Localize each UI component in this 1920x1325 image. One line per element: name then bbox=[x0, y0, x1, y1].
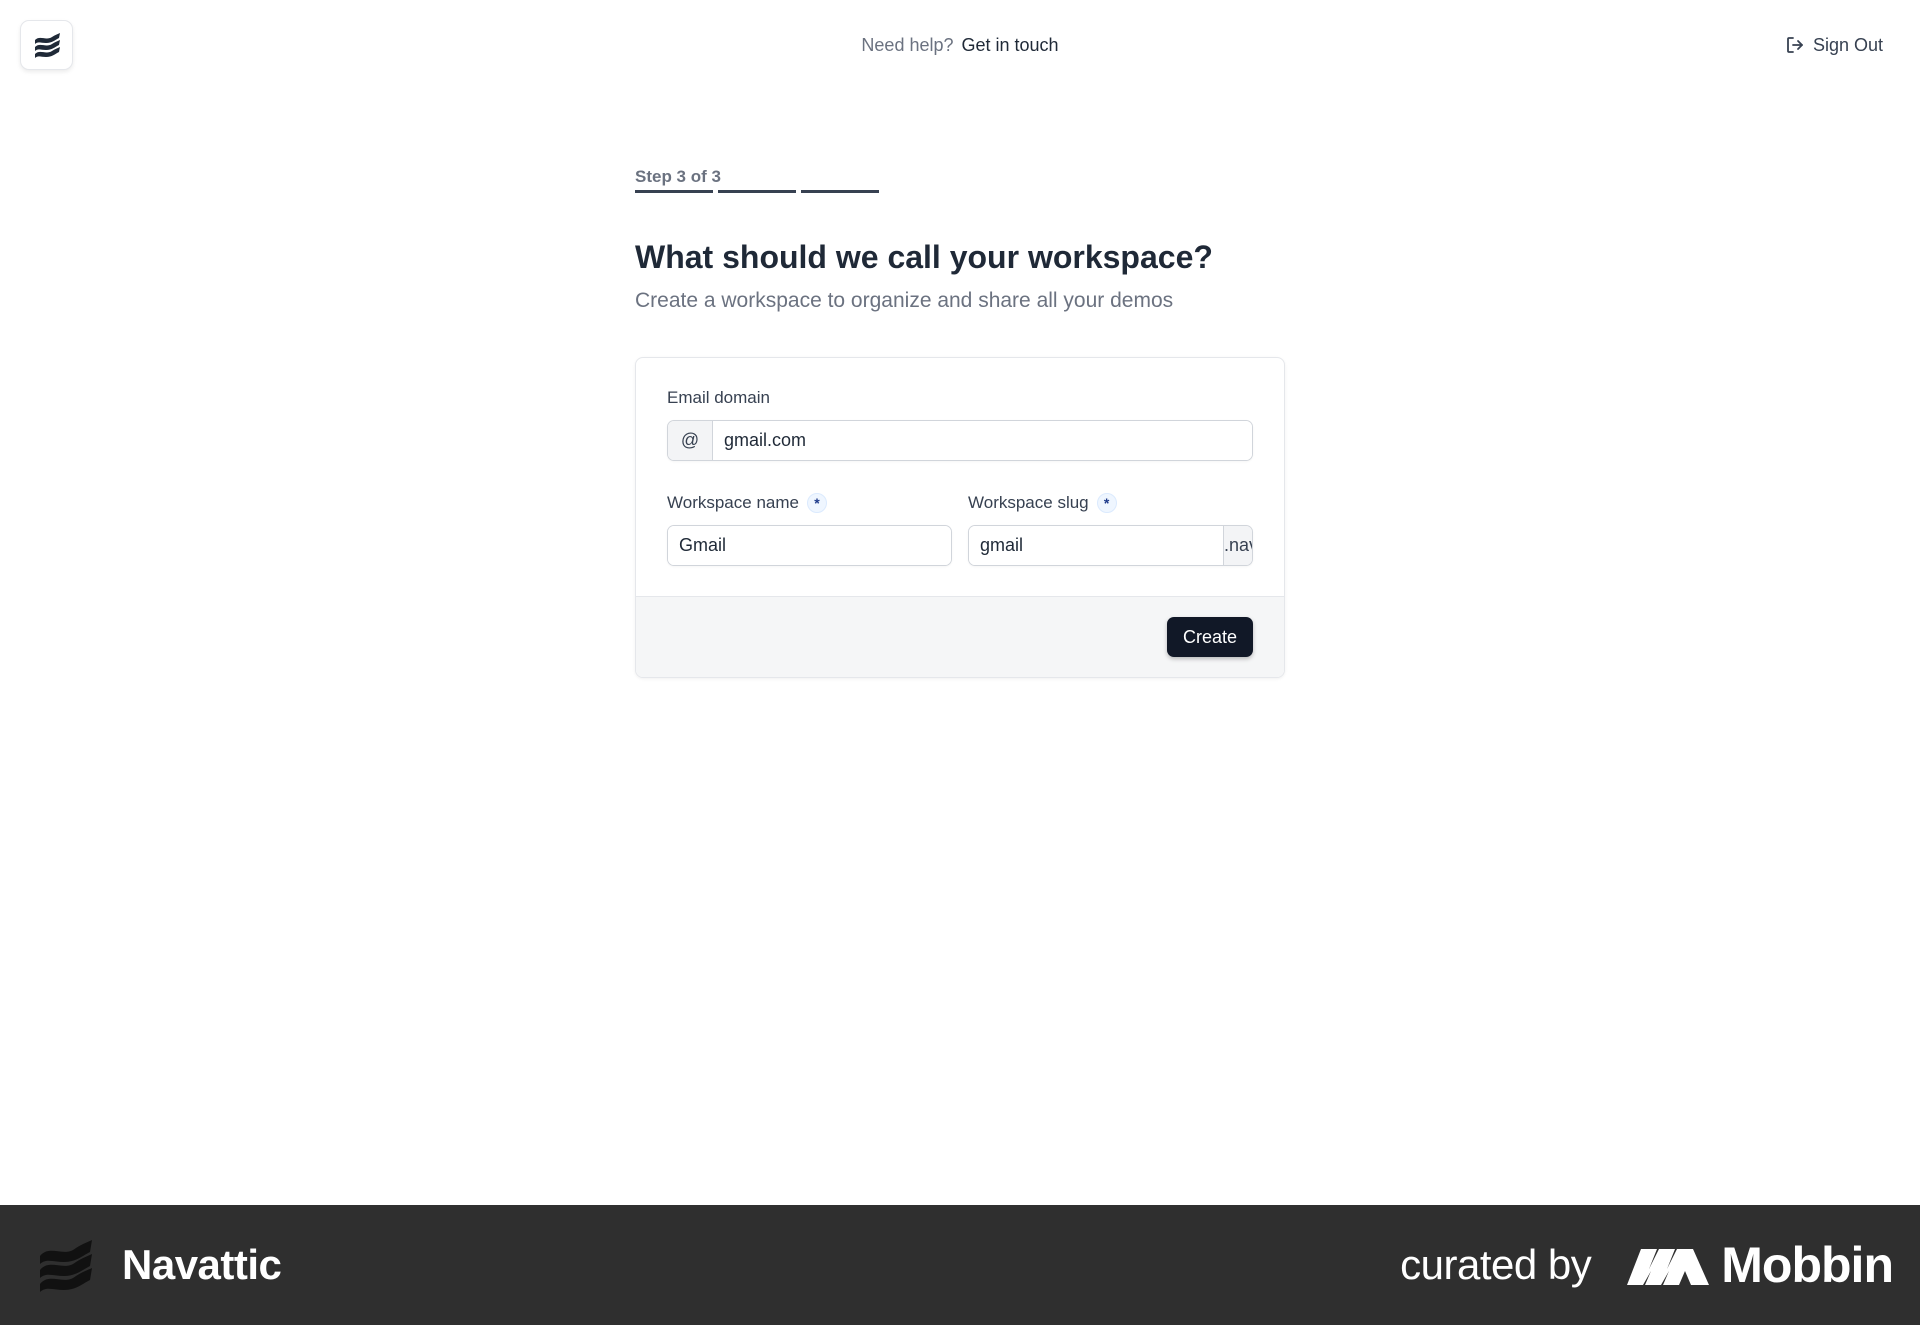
workspace-name-label: Workspace name bbox=[667, 493, 799, 512]
banner-brand-name: Navattic bbox=[122, 1241, 282, 1288]
curated-by-text: curated by bbox=[1400, 1241, 1592, 1288]
workspace-slug-label: Workspace slug bbox=[968, 493, 1089, 512]
get-in-touch-link[interactable]: Get in touch bbox=[962, 35, 1059, 55]
help-section: Need help? Get in touch bbox=[0, 33, 1920, 57]
form-body: Email domain @ Workspace name * bbox=[636, 358, 1284, 596]
workspace-slug-field: Workspace slug * .navattic.com bbox=[968, 491, 1253, 566]
step-bar-1 bbox=[635, 190, 713, 193]
help-text: Need help? bbox=[861, 35, 954, 55]
create-button[interactable]: Create bbox=[1166, 617, 1253, 657]
email-domain-input-group: @ bbox=[667, 420, 1253, 461]
step-bar-2 bbox=[718, 190, 796, 193]
workspace-slug-input-group: .navattic.com bbox=[968, 525, 1253, 566]
step-indicator: Step 3 of 3 bbox=[635, 165, 1285, 195]
top-bar: Need help? Get in touch Sign Out bbox=[0, 0, 1920, 90]
domain-suffix: .navattic.com bbox=[1223, 526, 1252, 565]
workspace-fields-row: Workspace name * Workspace slug * .navat… bbox=[667, 491, 1253, 566]
curated-by: curated by Mobbin bbox=[1400, 1236, 1894, 1294]
curated-banner: Navattic curated by Mobbin bbox=[0, 1205, 1920, 1325]
workspace-slug-input[interactable] bbox=[969, 526, 1223, 565]
step-bar-3 bbox=[801, 190, 879, 193]
email-domain-field: Email domain @ bbox=[667, 386, 1253, 461]
banner-brand: Navattic bbox=[36, 1237, 282, 1293]
step-label: Step 3 of 3 bbox=[635, 167, 721, 186]
mobbin-logo: Mobbin bbox=[1627, 1236, 1894, 1294]
workspace-name-input-group bbox=[667, 525, 952, 566]
email-domain-label: Email domain bbox=[667, 388, 770, 407]
mobbin-logo-icon bbox=[1627, 1249, 1710, 1285]
sign-out-button[interactable]: Sign Out bbox=[1785, 33, 1883, 57]
at-sign-prefix: @ bbox=[668, 421, 713, 460]
required-icon: * bbox=[806, 493, 827, 513]
workspace-name-field: Workspace name * bbox=[667, 491, 952, 566]
form-footer: Create bbox=[636, 596, 1284, 677]
workspace-form-card: Email domain @ Workspace name * bbox=[635, 357, 1285, 678]
sign-out-label: Sign Out bbox=[1812, 34, 1883, 55]
workspace-name-input[interactable] bbox=[668, 526, 951, 565]
page-title: What should we call your workspace? bbox=[635, 239, 1213, 275]
navattic-logo-icon bbox=[40, 1240, 92, 1292]
workspace-name-label-row: Workspace name * bbox=[667, 491, 952, 515]
required-icon: * bbox=[1096, 493, 1117, 513]
sign-out-icon bbox=[1787, 37, 1803, 53]
main-content: Step 3 of 3 What should we call your wor… bbox=[635, 165, 1285, 678]
mobbin-name: Mobbin bbox=[1721, 1237, 1894, 1293]
workspace-slug-label-row: Workspace slug * bbox=[968, 491, 1253, 515]
page-subtitle: Create a workspace to organize and share… bbox=[635, 289, 1174, 312]
email-domain-input[interactable] bbox=[713, 421, 1252, 460]
